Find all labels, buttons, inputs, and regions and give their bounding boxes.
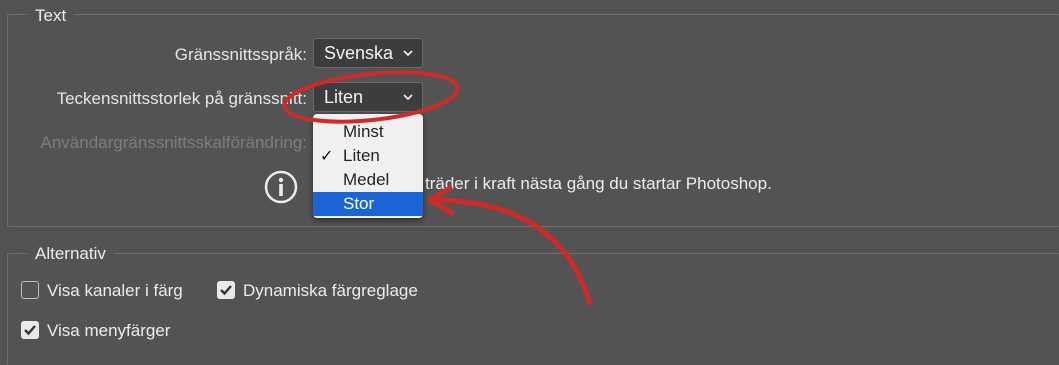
- ui-scale-label: Användargränssnittsskalförändring:: [40, 133, 307, 152]
- chevron-down-icon: [403, 94, 413, 101]
- info-icon: [264, 170, 298, 204]
- checkmark-icon: [24, 325, 36, 336]
- option-label: Medel: [343, 170, 390, 189]
- option-label: Stor: [343, 194, 375, 213]
- alternatives-group-legend: Alternativ: [27, 244, 114, 264]
- font-size-label: Teckensnittsstorlek på gränssnitt:: [56, 89, 307, 108]
- restart-note: träder i kraft nästa gång du startar Pho…: [425, 174, 772, 193]
- dropdown-option-minst[interactable]: Minst: [313, 120, 423, 144]
- text-group-legend: Text: [27, 6, 75, 26]
- dropdown-option-stor[interactable]: Stor: [313, 192, 423, 216]
- font-size-select[interactable]: Liten: [313, 82, 423, 112]
- dropdown-option-medel[interactable]: Medel: [313, 168, 423, 192]
- dynamic-sliders-checkbox[interactable]: [217, 281, 235, 299]
- font-size-dropdown-menu: Minst ✓ Liten Medel Stor: [313, 114, 423, 218]
- language-select-value: Svenska: [324, 43, 394, 63]
- text-group-box: [7, 14, 1059, 227]
- option-label: Liten: [343, 146, 380, 165]
- checkmark-icon: [220, 285, 232, 296]
- show-channels-color-checkbox[interactable]: [21, 281, 39, 299]
- dropdown-option-liten[interactable]: ✓ Liten: [313, 144, 423, 168]
- chevron-down-icon: [403, 50, 413, 57]
- menu-colors-checkbox[interactable]: [21, 321, 39, 339]
- font-size-select-value: Liten: [324, 87, 364, 107]
- language-label: Gränssnittsspråk:: [174, 45, 307, 64]
- dynamic-sliders-label: Dynamiska färgreglage: [243, 281, 418, 300]
- option-label: Minst: [343, 122, 384, 141]
- checkmark-icon: ✓: [320, 148, 334, 165]
- menu-colors-label: Visa menyfärger: [47, 321, 171, 340]
- show-channels-color-label: Visa kanaler i färg: [47, 281, 183, 300]
- language-select[interactable]: Svenska: [313, 38, 423, 68]
- alternatives-group-box: [7, 253, 1059, 365]
